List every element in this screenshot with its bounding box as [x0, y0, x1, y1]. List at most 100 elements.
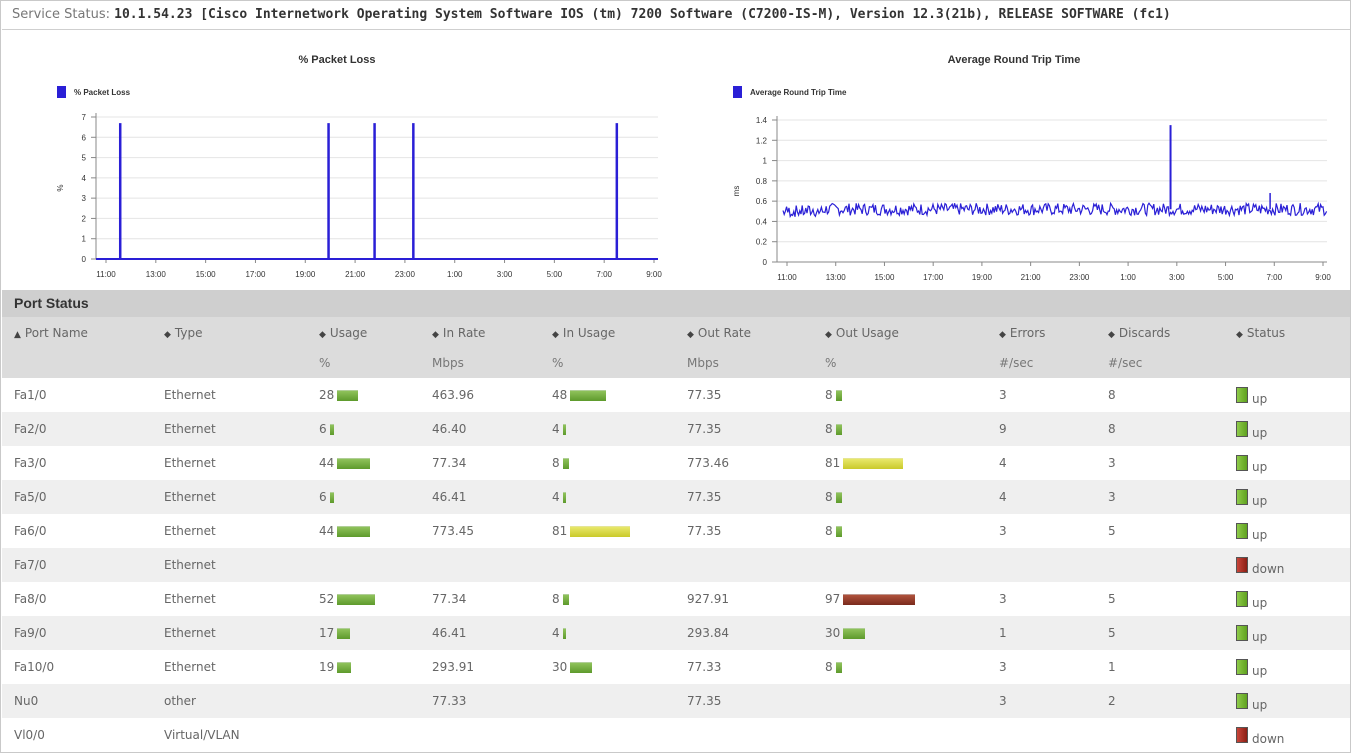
cell-type: other	[152, 684, 307, 718]
cell-value: 3	[999, 660, 1007, 674]
port-name[interactable]: Fa1/0	[14, 388, 46, 402]
port-status-table: ▲ Port Name ◆ Type ◆ Usage ◆ In Rate ◆ In Usage ◆ O…	[2, 317, 1350, 752]
cell-discards: 3	[1096, 480, 1224, 514]
x-tick-label: 17:00	[245, 270, 266, 279]
cell-value: 5	[1108, 626, 1116, 640]
y-tick-label: 7	[82, 113, 87, 122]
column-unit-in-usage: %	[552, 356, 564, 370]
table-row[interactable]: Fa2/0 Ethernet 6 46.40 4 77.35 8 9 8 up	[2, 412, 1350, 446]
column-header-status[interactable]: ◆ Status	[1224, 317, 1350, 348]
cell-out-usage: 8	[813, 412, 987, 446]
column-header-errors[interactable]: ◆ Errors	[987, 317, 1096, 348]
table-row[interactable]: Fa5/0 Ethernet 6 46.41 4 77.35 8 4 3 up	[2, 480, 1350, 514]
column-header-in-usage[interactable]: ◆ In Usage	[540, 317, 675, 348]
cell-status: down	[1224, 548, 1350, 582]
cell-out-rate: 773.46	[675, 446, 813, 480]
cell-value: 3	[999, 524, 1007, 538]
cell-value: 5	[1108, 524, 1116, 538]
cell-value: 77.35	[687, 422, 722, 436]
cell-port-name: Fa7/0	[2, 548, 152, 582]
column-header-out-rate[interactable]: ◆ Out Rate	[675, 317, 813, 348]
cell-value: 3	[1108, 490, 1116, 504]
cell-errors: 3	[987, 684, 1096, 718]
cell-in-usage: 4	[540, 616, 675, 650]
table-row[interactable]: Nu0 other 77.33 77.35 3 2 up	[2, 684, 1350, 718]
y-tick-label: 3	[82, 194, 87, 203]
status-text: up	[1252, 698, 1268, 712]
cell-out-rate: 77.35	[675, 412, 813, 446]
sort-icon: ◆	[552, 329, 559, 340]
x-tick-label: 1:00	[1120, 273, 1136, 282]
usage-value: 8	[825, 490, 833, 504]
table-row[interactable]: Fa8/0 Ethernet 52 77.34 8 927.91 97 3 5 up	[2, 582, 1350, 616]
cell-value: 46.41	[432, 626, 467, 640]
cell-out-rate: 293.84	[675, 616, 813, 650]
y-tick-label: 1	[763, 157, 768, 166]
cell-value: 773.46	[687, 456, 729, 470]
status-text: up	[1252, 426, 1268, 440]
table-row[interactable]: Fa9/0 Ethernet 17 46.41 4 293.84 30 1 5 up	[2, 616, 1350, 650]
port-name[interactable]: Fa5/0	[14, 490, 46, 504]
column-header-in-rate[interactable]: ◆ In Rate	[420, 317, 540, 348]
port-name[interactable]: Vl0/0	[14, 728, 45, 742]
column-header-label: In Rate	[442, 325, 486, 340]
x-tick-label: 13:00	[146, 270, 167, 279]
column-header-usage[interactable]: ◆ Usage	[307, 317, 420, 348]
usage-value: 8	[552, 456, 560, 470]
cell-errors: 4	[987, 480, 1096, 514]
usage-bar	[843, 458, 904, 469]
table-row[interactable]: Fa7/0 Ethernet down	[2, 548, 1350, 582]
usage-bar	[562, 492, 566, 503]
column-header-port-name[interactable]: ▲ Port Name	[2, 317, 152, 348]
cell-errors	[987, 718, 1096, 752]
port-name[interactable]: Fa2/0	[14, 422, 46, 436]
cell-port-name: Fa3/0	[2, 446, 152, 480]
cell-usage: 52	[307, 582, 420, 616]
cell-out-usage: 81	[813, 446, 987, 480]
port-name[interactable]: Fa3/0	[14, 456, 46, 470]
column-header-discards[interactable]: ◆ Discards	[1096, 317, 1224, 348]
column-header-out-usage[interactable]: ◆ Out Usage	[813, 317, 987, 348]
cell-discards: 5	[1096, 514, 1224, 548]
table-row[interactable]: Vl0/0 Virtual/VLAN down	[2, 718, 1350, 752]
column-header-label: Type	[174, 325, 203, 340]
usage-bar	[835, 526, 842, 537]
cell-in-rate: 46.41	[420, 480, 540, 514]
cell-value: 293.84	[687, 626, 729, 640]
usage-bar	[835, 390, 842, 401]
cell-out-rate: 77.35	[675, 378, 813, 412]
cell-type: Ethernet	[152, 650, 307, 684]
x-tick-label: 21:00	[345, 270, 366, 279]
x-tick-label: 15:00	[196, 270, 217, 279]
cell-value: 1	[1108, 660, 1116, 674]
usage-bar	[337, 390, 359, 401]
port-name[interactable]: Fa8/0	[14, 592, 46, 606]
table-row[interactable]: Fa10/0 Ethernet 19 293.91 30 77.33 8 3 1 up	[2, 650, 1350, 684]
usage-value: 8	[825, 422, 833, 436]
cell-value: Virtual/VLAN	[164, 728, 240, 742]
cell-errors: 9	[987, 412, 1096, 446]
status-text: down	[1252, 732, 1285, 746]
cell-discards: 5	[1096, 616, 1224, 650]
cell-in-rate: 293.91	[420, 650, 540, 684]
usage-value: 8	[552, 592, 560, 606]
port-name[interactable]: Fa10/0	[14, 660, 54, 674]
cell-value: 927.91	[687, 592, 729, 606]
table-row[interactable]: Fa1/0 Ethernet 28 463.96 48 77.35 8 3 8 up	[2, 378, 1350, 412]
table-row[interactable]: Fa6/0 Ethernet 44 773.45 81 77.35 8 3 5 up	[2, 514, 1350, 548]
port-name[interactable]: Nu0	[14, 694, 38, 708]
column-header-label: Out Usage	[835, 325, 899, 340]
cell-value: 9	[999, 422, 1007, 436]
usage-bar	[562, 424, 566, 435]
cell-port-name: Fa5/0	[2, 480, 152, 514]
port-name[interactable]: Fa6/0	[14, 524, 46, 538]
port-name[interactable]: Fa7/0	[14, 558, 46, 572]
cell-usage: 6	[307, 480, 420, 514]
table-row[interactable]: Fa3/0 Ethernet 44 77.34 8 773.46 81 4 3 up	[2, 446, 1350, 480]
cell-in-rate: 46.41	[420, 616, 540, 650]
status-up-icon	[1236, 523, 1248, 539]
cell-usage	[307, 548, 420, 582]
service-status-header: Service Status: 10.1.54.23 [Cisco Intern…	[2, 1, 1350, 30]
port-name[interactable]: Fa9/0	[14, 626, 46, 640]
column-header-type[interactable]: ◆ Type	[152, 317, 307, 348]
